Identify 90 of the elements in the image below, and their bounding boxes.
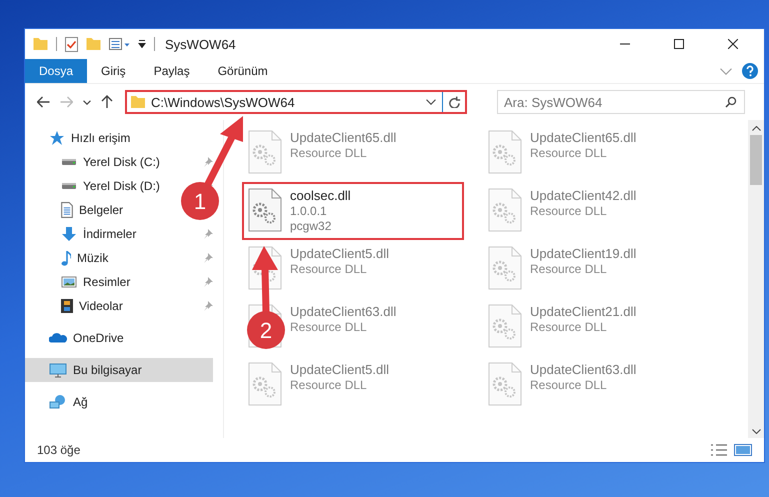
callout-circle: [181, 182, 219, 220]
scroll-up-icon[interactable]: [752, 126, 760, 131]
maximize-icon[interactable]: [674, 39, 684, 49]
chevron-down-icon[interactable]: [426, 99, 436, 105]
file-detail: Resource DLL: [290, 146, 368, 160]
callout-number: 1: [194, 189, 206, 214]
picture-icon: [61, 276, 77, 288]
folder-icon: [131, 96, 145, 108]
dropdown-icon[interactable]: [138, 40, 146, 48]
sidebar-item[interactable]: Yerel Disk (D:): [25, 174, 168, 198]
ribbon-tab[interactable]: Paylaş: [140, 59, 204, 83]
callout-arrow: [204, 116, 243, 188]
refresh-icon[interactable]: [449, 96, 461, 108]
ribbon-tab[interactable]: Görünüm: [204, 59, 282, 83]
gear-file-icon: [488, 246, 522, 290]
sidebar-item[interactable]: Yerel Disk (C:): [25, 150, 168, 174]
sidebar-item[interactable]: OneDrive: [25, 326, 132, 350]
sidebar-item[interactable]: Bu bilgisayar: [25, 358, 213, 382]
scroll-down-icon[interactable]: [752, 429, 760, 434]
sidebar-item[interactable]: İndirmeler: [25, 222, 144, 246]
gear-file-icon: [488, 188, 522, 232]
file-detail: Resource DLL: [290, 262, 368, 276]
details-view-icon[interactable]: [710, 444, 728, 456]
callout-number: 2: [260, 318, 272, 343]
scroll-thumb[interactable]: [750, 135, 762, 185]
drive-icon: [61, 182, 77, 190]
file-name[interactable]: UpdateClient5.dll: [290, 362, 390, 377]
pin-icon[interactable]: [203, 229, 213, 239]
pin-icon[interactable]: [203, 277, 213, 287]
file-name[interactable]: UpdateClient42.dll: [530, 188, 636, 203]
back-arrow-icon[interactable]: [37, 96, 50, 108]
address-path[interactable]: C:\Windows\SysWOW64: [151, 94, 420, 110]
file-detail: Resource DLL: [290, 378, 368, 392]
gear-file-icon: [248, 188, 282, 232]
gear-file-icon: [488, 362, 522, 406]
checklist-icon[interactable]: [65, 36, 78, 52]
monitor-icon: [49, 362, 67, 378]
file-detail: pcgw32: [290, 219, 332, 233]
drive-icon: [61, 158, 77, 166]
file-name[interactable]: coolsec.dll: [290, 188, 351, 203]
large-icons-view-icon[interactable]: [734, 444, 752, 456]
file-detail: Resource DLL: [530, 262, 608, 276]
help-icon[interactable]: [742, 63, 758, 79]
pin-icon[interactable]: [203, 301, 213, 311]
gear-file-icon: [248, 130, 282, 174]
file-name[interactable]: UpdateClient63.dll: [530, 362, 636, 377]
close-icon[interactable]: [728, 39, 738, 49]
sidebar-item[interactable]: Hızlı erişim: [25, 126, 138, 150]
address-bar[interactable]: C:\Windows\SysWOW64: [125, 90, 467, 114]
file-detail: Resource DLL: [290, 320, 368, 334]
file-name[interactable]: UpdateClient65.dll: [290, 130, 396, 145]
sidebar-item[interactable]: Resimler: [25, 270, 138, 294]
sidebar-item[interactable]: Müzik: [25, 246, 116, 270]
minimize-icon[interactable]: [620, 43, 630, 45]
file-detail: Resource DLL: [530, 146, 608, 160]
document-icon: [61, 202, 73, 218]
callout-circle: [247, 311, 285, 349]
file-name[interactable]: UpdateClient65.dll: [530, 130, 636, 145]
music-note-icon: [61, 250, 71, 266]
network-icon: [49, 395, 67, 409]
cloud-icon: [49, 333, 67, 343]
file-detail: 1.0.0.1: [290, 204, 328, 218]
gear-file-icon: [248, 362, 282, 406]
properties-icon[interactable]: [109, 38, 130, 50]
sidebar-item[interactable]: Videolar: [25, 294, 131, 318]
item-count: 103 öğe: [37, 443, 80, 457]
ribbon-tab[interactable]: Giriş: [87, 59, 140, 83]
search-field[interactable]: Ara: SysWOW64: [497, 90, 745, 114]
sidebar-item[interactable]: Belgeler: [25, 198, 132, 222]
scrollbar[interactable]: [748, 120, 764, 438]
file-name[interactable]: UpdateClient19.dll: [530, 246, 636, 261]
file-detail: Resource DLL: [530, 204, 608, 218]
file-name[interactable]: UpdateClient5.dll: [290, 246, 390, 261]
file-detail: Resource DLL: [530, 378, 608, 392]
gear-file-icon: [488, 304, 522, 348]
down-arrow-icon: [61, 226, 77, 242]
star-icon: [49, 130, 65, 146]
chevron-down-icon[interactable]: [83, 100, 91, 104]
window-title: SysWOW64: [165, 36, 236, 52]
file-name[interactable]: UpdateClient21.dll: [530, 304, 636, 319]
up-arrow-icon[interactable]: [101, 95, 113, 109]
pin-icon[interactable]: [203, 253, 213, 263]
film-icon: [61, 299, 73, 313]
search-icon[interactable]: [725, 96, 737, 108]
sidebar-item[interactable]: Ağ: [25, 390, 96, 414]
gear-file-icon: [488, 130, 522, 174]
file-name[interactable]: UpdateClient63.dll: [290, 304, 396, 319]
ribbon-tab[interactable]: Dosya: [25, 59, 88, 83]
pin-icon[interactable]: [203, 157, 213, 167]
file-detail: Resource DLL: [530, 320, 608, 334]
